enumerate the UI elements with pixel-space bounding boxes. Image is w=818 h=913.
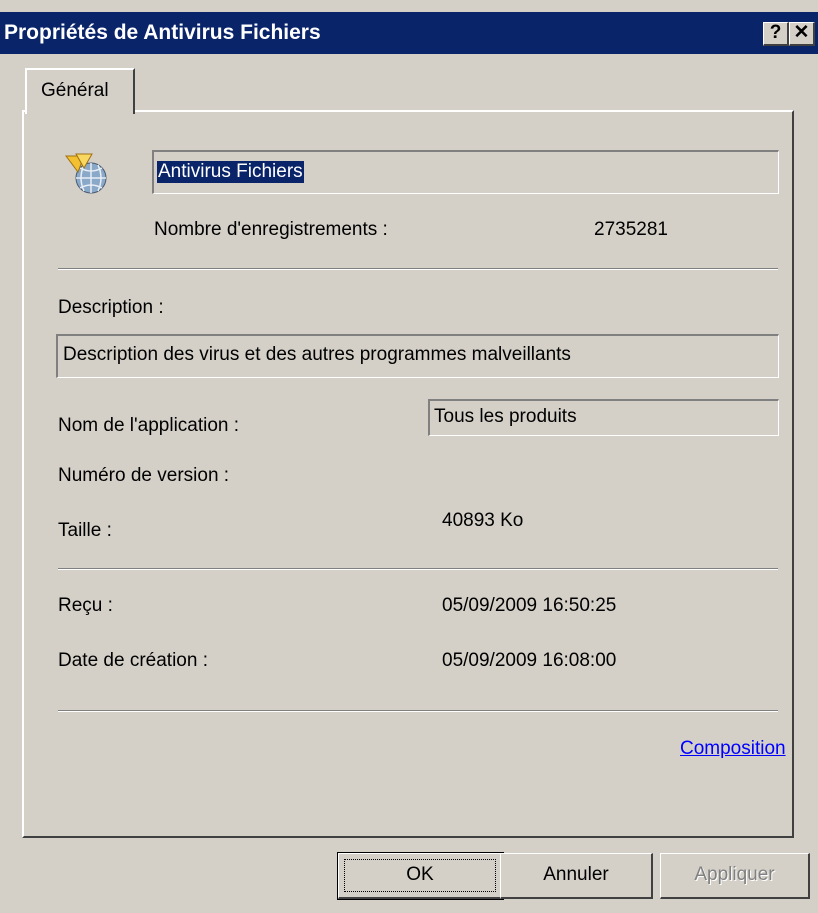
antivirus-database-icon <box>65 153 107 194</box>
received-value: 05/09/2009 16:50:25 <box>442 595 617 616</box>
description-field[interactable]: Description des virus et des autres prog… <box>56 334 779 378</box>
ok-button-label: OK <box>406 864 434 885</box>
cancel-button[interactable]: Annuler <box>500 853 653 899</box>
app-name-label: Nom de l'application : <box>58 415 240 436</box>
separator-2 <box>58 568 778 570</box>
app-name-field[interactable]: Tous les produits <box>428 399 779 436</box>
tab-general[interactable]: Général <box>25 68 135 114</box>
app-name-field-value: Tous les produits <box>434 406 577 427</box>
cancel-button-label: Annuler <box>543 864 609 885</box>
tab-general-label: Général <box>41 80 109 101</box>
records-label: Nombre d'enregistrements : <box>154 219 388 240</box>
size-label: Taille : <box>58 520 112 541</box>
title-bar[interactable]: Propriétés de Antivirus Fichiers ? ✕ <box>0 12 818 54</box>
ok-button[interactable]: OK <box>337 852 504 900</box>
received-label: Reçu : <box>58 595 113 616</box>
description-label: Description : <box>58 297 164 318</box>
apply-button-label: Appliquer <box>694 864 775 885</box>
name-field-value: Antivirus Fichiers <box>157 161 304 183</box>
size-value: 40893 Ko <box>442 510 524 531</box>
help-icon: ? <box>769 22 782 43</box>
close-icon: ✕ <box>793 22 810 43</box>
separator-3 <box>58 710 778 712</box>
name-field[interactable]: Antivirus Fichiers <box>152 150 779 194</box>
composition-link[interactable]: Composition <box>680 738 786 760</box>
records-value: 2735281 <box>594 219 668 240</box>
created-label: Date de création : <box>58 650 208 671</box>
version-label: Numéro de version : <box>58 465 230 486</box>
separator-1 <box>58 268 778 270</box>
apply-button[interactable]: Appliquer <box>660 853 810 899</box>
description-field-value: Description des virus et des autres prog… <box>63 344 571 365</box>
close-button[interactable]: ✕ <box>789 22 815 46</box>
created-value: 05/09/2009 16:08:00 <box>442 650 617 671</box>
window-title: Propriétés de Antivirus Fichiers <box>4 21 321 44</box>
help-button[interactable]: ? <box>763 22 789 46</box>
